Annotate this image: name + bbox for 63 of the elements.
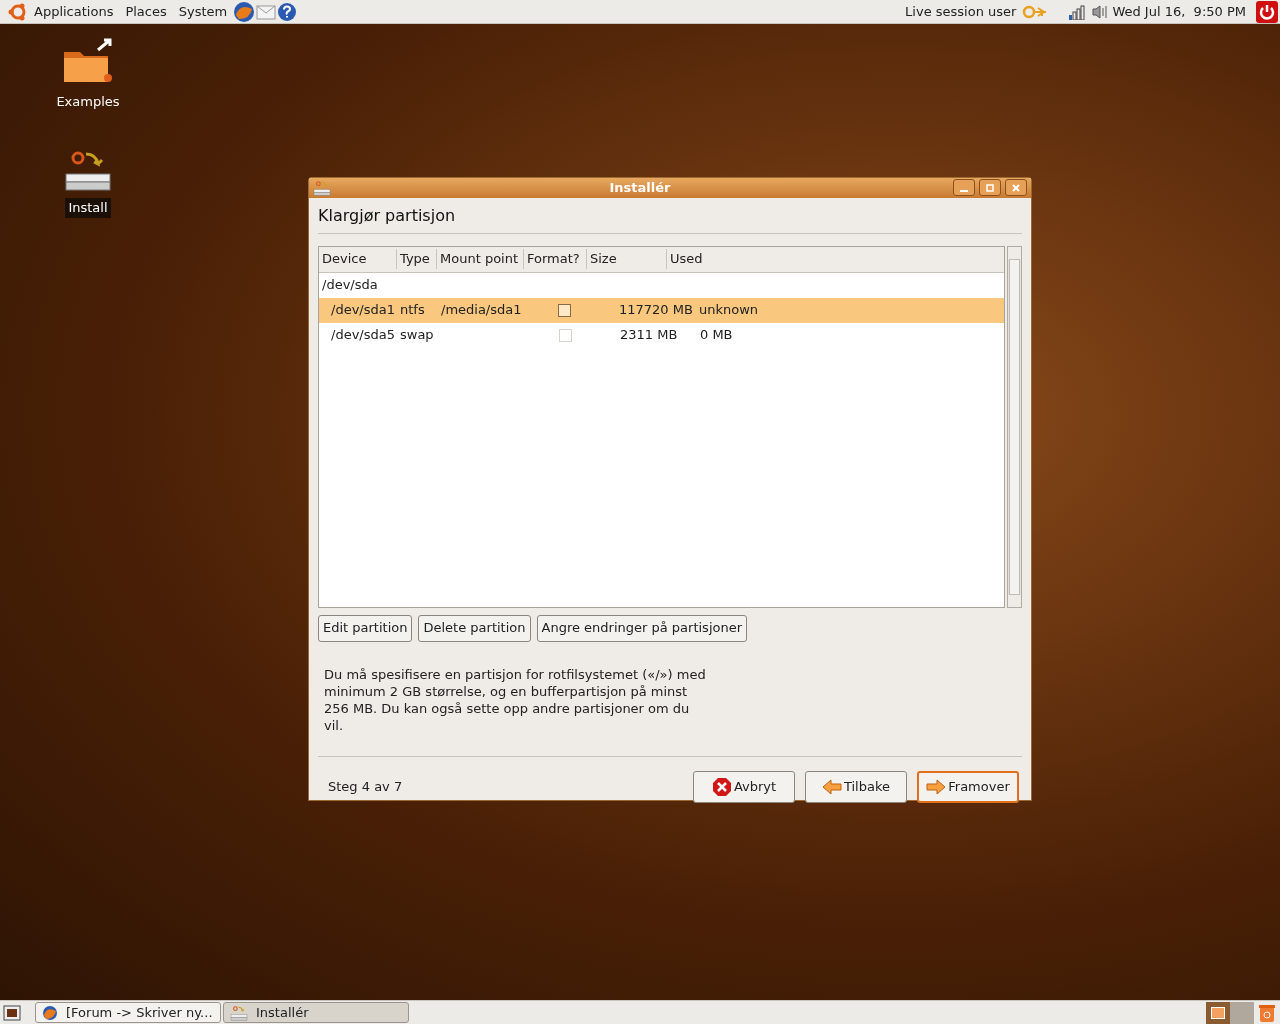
show-desktop-icon[interactable]: [3, 1004, 21, 1021]
help-icon[interactable]: [277, 1, 298, 22]
back-button[interactable]: Tilbake: [805, 771, 907, 803]
user-name[interactable]: Live session user: [905, 1, 1017, 22]
icon-label: Install: [65, 198, 111, 218]
partition-button[interactable]: Angre endringer på partisjoner: [536, 614, 748, 642]
maximize-button[interactable]: [979, 179, 1001, 197]
menu-item[interactable]: Applications: [28, 1, 120, 22]
table-cell-text: swap: [400, 326, 435, 345]
close-icon: [1011, 182, 1021, 193]
column-header[interactable]: Size: [587, 249, 667, 269]
table-cell-text: 2311 MB: [620, 326, 679, 345]
globe-icon: [42, 1004, 58, 1021]
close-icon: [711, 777, 732, 797]
table-cell-text: 117720 MB: [619, 301, 694, 320]
arrow-right-icon: [926, 779, 947, 795]
scrollbar[interactable]: [1007, 245, 1022, 608]
icon-label: Examples: [55, 93, 121, 111]
column-header[interactable]: Mount point: [437, 249, 524, 269]
table-cell-text: /dev/sda5: [330, 326, 396, 345]
info-text: Du må spesifisere en partisjon for rotfilsystemet («/») med minimum 2 GB størrelse, og en bufferpartisjon på minst 256 MB. Du kan også sette opp andre partisjoner om du vil.: [324, 665, 707, 734]
minimize-icon: [960, 189, 968, 192]
globe-icon[interactable]: [233, 0, 256, 23]
signal-icon[interactable]: [1068, 3, 1087, 20]
taskbar-button[interactable]: [Forum -> Skriver ny...: [35, 1002, 221, 1023]
table-cell-text: unknown: [699, 301, 759, 320]
table-row[interactable]: /dev/sda1 ntfs /media/sda1 117720 MB unknown: [319, 297, 1004, 323]
column-header[interactable]: Format?: [524, 249, 587, 269]
page-heading: Klargjør partisjon: [318, 203, 1022, 234]
partition-button[interactable]: Delete partition: [418, 614, 531, 642]
column-header[interactable]: Type: [397, 249, 437, 269]
menu-item[interactable]: Places: [119, 1, 173, 22]
close-button[interactable]: [1005, 179, 1027, 197]
drive-icon: [230, 1004, 248, 1021]
window-title: Installér: [608, 179, 672, 197]
trash-icon[interactable]: [1258, 1002, 1276, 1023]
desktop-icon[interactable]: Examples: [48, 38, 128, 112]
maximize-icon: [985, 182, 995, 193]
partition-button[interactable]: Edit partition: [318, 614, 413, 642]
column-header[interactable]: Used: [667, 249, 1004, 269]
table-cell-text: ntfs: [400, 301, 426, 320]
column-header[interactable]: Device: [319, 249, 397, 269]
format-checkbox[interactable]: [557, 303, 571, 317]
workspace[interactable]: [1206, 1001, 1230, 1024]
logo-icon: [8, 1, 28, 22]
table-cell-text: 0 MB: [700, 326, 733, 345]
menu-item[interactable]: System: [172, 1, 234, 22]
drive-icon: [313, 179, 331, 196]
step-label: Steg 4 av 7: [328, 778, 404, 797]
arrow-left-icon: [821, 779, 842, 795]
table-cell-text: /dev/sda: [321, 276, 378, 295]
power-icon[interactable]: [1256, 0, 1278, 23]
cancel-button[interactable]: Avbryt: [693, 771, 795, 803]
desktop-icon[interactable]: Install: [48, 148, 128, 218]
clock[interactable]: Wed Jul 16, 9:50 PM: [1112, 1, 1246, 22]
table-cell-text: /dev/sda1: [330, 301, 396, 320]
speaker-icon[interactable]: [1092, 3, 1109, 20]
table-row[interactable]: /dev/sda5 swap 2311 MB 0 MB: [319, 322, 1004, 348]
forward-button[interactable]: Framover: [917, 771, 1019, 803]
taskbar-button[interactable]: Installér: [223, 1002, 409, 1023]
minimize-button[interactable]: [953, 179, 975, 197]
table-cell-text: /media/sda1: [440, 301, 523, 320]
table-row[interactable]: /dev/sda: [319, 272, 1004, 298]
